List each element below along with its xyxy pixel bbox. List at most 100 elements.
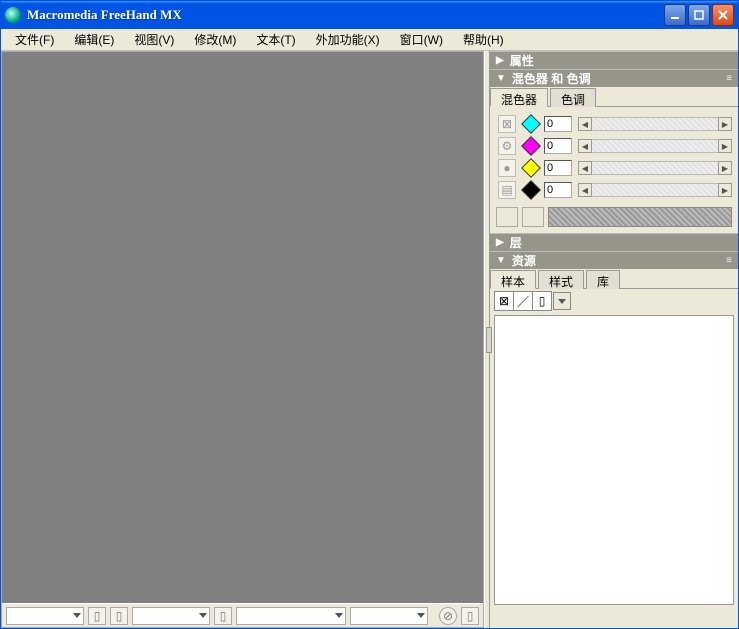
tab-tint[interactable]: 色调	[550, 88, 596, 107]
menu-modify[interactable]: 修改(M)	[184, 31, 246, 48]
slider-left-button[interactable]: ◀	[578, 139, 592, 153]
tab-styles[interactable]: 样式	[538, 270, 584, 289]
panel-title-layers[interactable]: ▶ 层	[490, 233, 738, 251]
fill-color-icon[interactable]: ⊠	[494, 291, 514, 311]
status-units-drop[interactable]	[236, 607, 346, 625]
slider-track[interactable]	[592, 139, 718, 153]
chevron-down-icon	[199, 613, 207, 618]
mixer-row-m: ⚙ ◀ ▶	[496, 135, 732, 157]
mixer-bottom-row	[496, 207, 732, 227]
close-button[interactable]	[712, 4, 734, 26]
chevron-down-icon	[417, 613, 425, 618]
panel-title-resources[interactable]: ▼ 资源 ≡	[490, 251, 738, 269]
add-to-swatches-button-2[interactable]	[522, 207, 544, 227]
panel-resources-body: 样本 样式 库 ⊠ ／ ▯	[490, 269, 738, 609]
status-zoom-drop[interactable]	[6, 607, 84, 625]
minimize-button[interactable]	[664, 4, 686, 26]
menu-text[interactable]: 文本(T)	[246, 31, 305, 48]
panel-title-label: 属性	[510, 52, 534, 69]
maximize-button[interactable]	[688, 4, 710, 26]
both-color-icon[interactable]: ▯	[532, 291, 552, 311]
slider-left-button[interactable]: ◀	[578, 161, 592, 175]
chevron-down-icon	[73, 613, 81, 618]
menu-file[interactable]: 文件(F)	[5, 31, 64, 48]
menu-xtras[interactable]: 外加功能(X)	[306, 31, 390, 48]
swatches-list[interactable]	[494, 315, 734, 605]
panel-splitter[interactable]	[484, 51, 490, 628]
status-icon-3[interactable]: ▯	[214, 607, 232, 625]
mixer-mode-icon-4[interactable]: ▤	[498, 181, 516, 199]
mixer-row-k: ▤ ◀ ▶	[496, 179, 732, 201]
yellow-value-input[interactable]	[544, 160, 572, 176]
cyan-slider[interactable]: ◀ ▶	[578, 116, 732, 132]
stroke-color-icon[interactable]: ／	[513, 291, 533, 311]
add-to-swatches-button[interactable]	[496, 207, 518, 227]
slider-left-button[interactable]: ◀	[578, 183, 592, 197]
slider-right-button[interactable]: ▶	[718, 183, 732, 197]
slider-left-button[interactable]: ◀	[578, 117, 592, 131]
mixer-tabs: 混色器 色调	[490, 87, 738, 107]
tab-swatches[interactable]: 样本	[490, 270, 536, 289]
swatch-options-dropdown[interactable]	[553, 292, 571, 310]
mixer-content: ⊠ ◀ ▶ ⚙ ◀	[490, 107, 738, 233]
slider-track[interactable]	[592, 183, 718, 197]
magenta-swatch-icon	[521, 136, 541, 156]
tab-library[interactable]: 库	[586, 270, 620, 289]
mixer-mode-icon-2[interactable]: ⚙	[498, 137, 516, 155]
panel-menu-icon[interactable]: ≡	[726, 255, 732, 266]
color-preview[interactable]	[548, 207, 732, 227]
resources-tabs: 样本 样式 库	[490, 269, 738, 289]
canvas-blank[interactable]	[2, 52, 483, 603]
content-area: ▯ ▯ ▯ ⊘ ▯ ▶ 属性 ▼ 混色器 和 色调 ≡	[1, 51, 738, 628]
menubar: 文件(F) 编辑(E) 视图(V) 修改(M) 文本(T) 外加功能(X) 窗口…	[1, 29, 738, 51]
menu-help[interactable]: 帮助(H)	[453, 31, 514, 48]
panel-mixer-body: 混色器 色调 ⊠ ◀ ▶ ⚙	[490, 87, 738, 233]
cyan-value-input[interactable]	[544, 116, 572, 132]
mixer-row-y: ● ◀ ▶	[496, 157, 732, 179]
panel-menu-icon[interactable]: ≡	[726, 73, 732, 84]
mixer-mode-icon-3[interactable]: ●	[498, 159, 516, 177]
maximize-icon	[694, 10, 704, 20]
black-value-input[interactable]	[544, 182, 572, 198]
panel-title-label: 混色器 和 色调	[512, 70, 591, 87]
panel-title-mixer[interactable]: ▼ 混色器 和 色调 ≡	[490, 69, 738, 87]
app-window: Macromedia FreeHand MX 文件(F) 编辑(E) 视图(V)…	[0, 0, 739, 629]
minimize-icon	[670, 10, 680, 20]
titlebar[interactable]: Macromedia FreeHand MX	[1, 1, 738, 29]
black-slider[interactable]: ◀ ▶	[578, 182, 732, 198]
yellow-slider[interactable]: ◀ ▶	[578, 160, 732, 176]
tab-mixer[interactable]: 混色器	[490, 88, 548, 107]
panel-title-label: 层	[510, 234, 522, 251]
mixer-row-c: ⊠ ◀ ▶	[496, 113, 732, 135]
expand-arrow-icon: ▶	[496, 55, 504, 66]
status-drop-2[interactable]	[132, 607, 210, 625]
cyan-swatch-icon	[521, 114, 541, 134]
slider-track[interactable]	[592, 117, 718, 131]
slider-right-button[interactable]: ▶	[718, 139, 732, 153]
status-cancel-icon[interactable]: ⊘	[439, 607, 457, 625]
window-title: Macromedia FreeHand MX	[27, 7, 664, 23]
canvas-area: ▯ ▯ ▯ ⊘ ▯	[1, 51, 484, 628]
menu-edit[interactable]: 编辑(E)	[64, 31, 124, 48]
slider-right-button[interactable]: ▶	[718, 161, 732, 175]
slider-track[interactable]	[592, 161, 718, 175]
status-icon-2[interactable]: ▯	[110, 607, 128, 625]
mixer-mode-icon-1[interactable]: ⊠	[498, 115, 516, 133]
magenta-slider[interactable]: ◀ ▶	[578, 138, 732, 154]
panel-title-label: 资源	[512, 252, 536, 269]
expand-arrow-icon: ▶	[496, 237, 504, 248]
status-icon-1[interactable]: ▯	[88, 607, 106, 625]
chevron-down-icon	[558, 299, 566, 304]
menu-view[interactable]: 视图(V)	[124, 31, 184, 48]
chevron-down-icon	[335, 613, 343, 618]
status-icon-end[interactable]: ▯	[461, 607, 479, 625]
panels-dock: ▶ 属性 ▼ 混色器 和 色调 ≡ 混色器 色调 ⊠	[490, 51, 738, 628]
status-drop-4[interactable]	[350, 607, 428, 625]
slider-right-button[interactable]: ▶	[718, 117, 732, 131]
app-icon	[5, 7, 21, 23]
yellow-swatch-icon	[521, 158, 541, 178]
menu-window[interactable]: 窗口(W)	[390, 31, 453, 48]
magenta-value-input[interactable]	[544, 138, 572, 154]
status-bar: ▯ ▯ ▯ ⊘ ▯	[2, 603, 483, 627]
panel-title-properties[interactable]: ▶ 属性	[490, 51, 738, 69]
